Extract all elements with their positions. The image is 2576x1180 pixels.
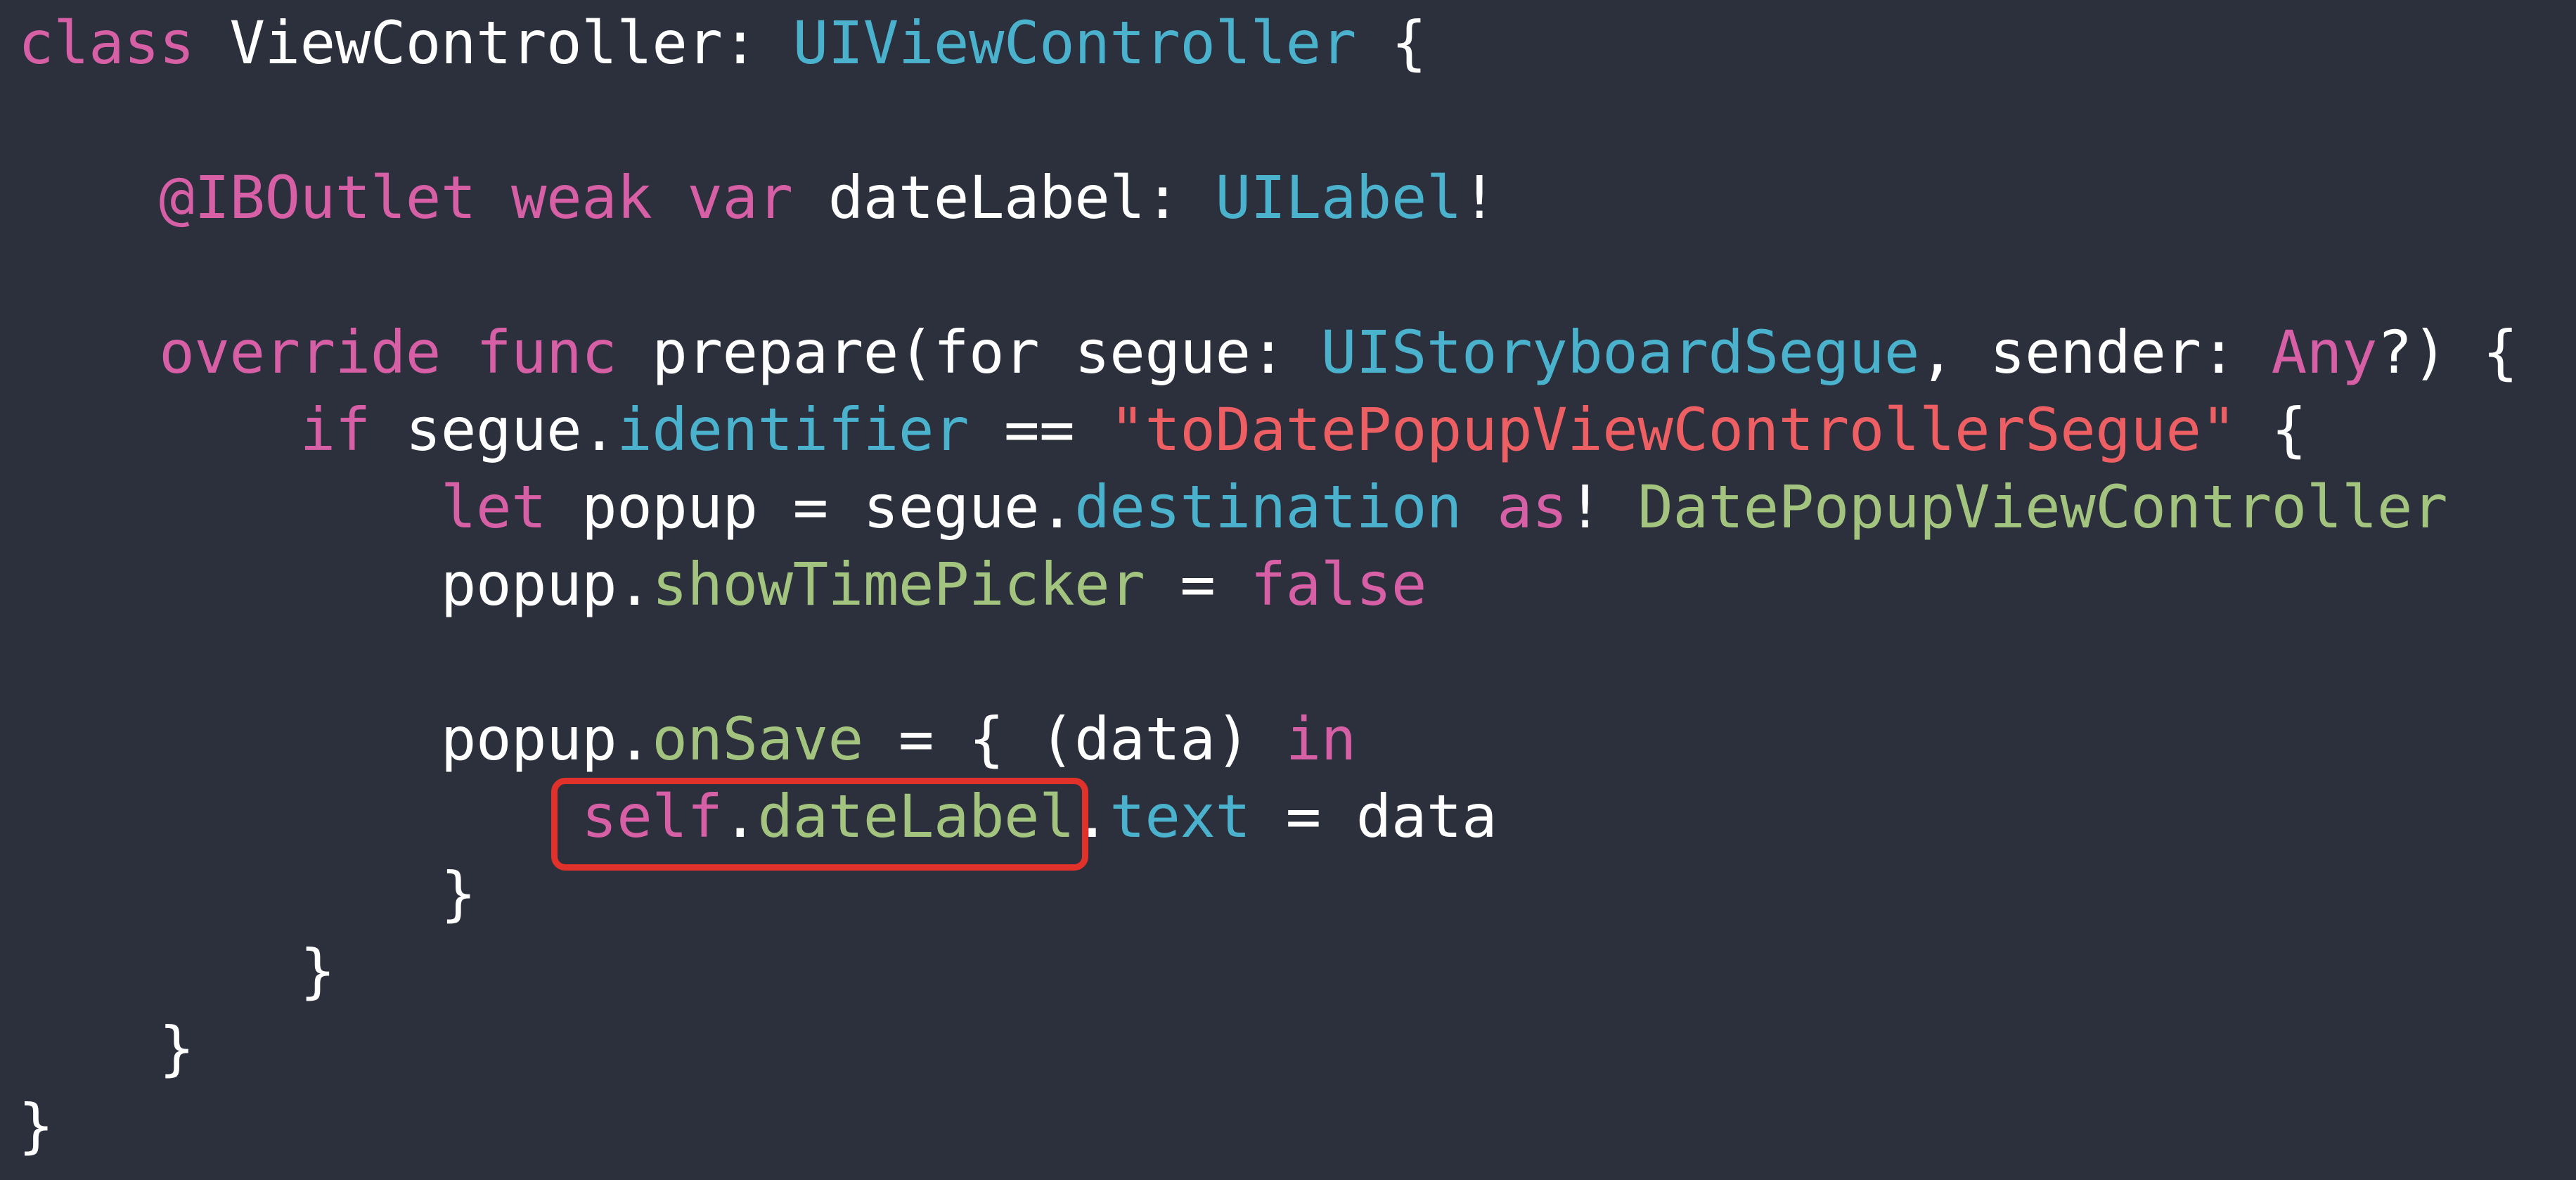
code-token-kw: weak	[511, 163, 652, 232]
code-token-kw: Any	[2271, 318, 2378, 387]
code-token-plain: ?) {	[2376, 318, 2518, 387]
code-token-kw: @IBOutlet	[159, 163, 476, 232]
code-token-kw: in	[1285, 705, 1357, 774]
code-token-type: UILabel	[1215, 163, 1462, 232]
code-line: }	[18, 855, 477, 932]
code-token-kw: false	[1250, 550, 1427, 619]
code-token-type: UIStoryboardSegue	[1320, 318, 1920, 387]
code-token-plain: {	[2236, 395, 2307, 464]
code-line: if segue.identifier == "toDatePopupViewC…	[18, 391, 2307, 468]
code-token-plain: .	[1074, 782, 1110, 851]
code-token-plain: popup.	[18, 550, 652, 619]
code-token-plain: , sender:	[1919, 318, 2272, 387]
code-line: override func prepare(for segue: UIStory…	[18, 314, 2518, 391]
code-token-kw: if	[300, 395, 371, 464]
code-token-kw: let	[440, 473, 547, 541]
code-token-plain: =	[1145, 550, 1251, 619]
code-token-kw: self	[581, 782, 723, 851]
code-token-plain: segue.	[370, 395, 617, 464]
code-line: self.dateLabel.text = data	[18, 778, 1497, 855]
code-line: class ViewController: UIViewController {	[18, 4, 1427, 82]
code-editor: class ViewController: UIViewController {…	[0, 0, 2576, 1180]
code-line: popup.onSave = { (data) in	[18, 700, 1356, 778]
code-token-type: identifier	[617, 395, 969, 464]
code-token-plain: ==	[968, 395, 1110, 464]
code-token-kw: func	[475, 318, 617, 387]
code-token-plain: = { (data)	[863, 705, 1286, 774]
code-token-type: destination	[1074, 473, 1462, 541]
code-token-prop: showTimePicker	[652, 550, 1145, 619]
code-token-plain: .	[722, 782, 758, 851]
code-token-type: UIViewController	[792, 8, 1357, 77]
code-token-plain: = data	[1250, 782, 1498, 851]
code-token-plain: }	[18, 937, 336, 1006]
code-token-plain: }	[18, 859, 477, 928]
code-token-plain: dateLabel:	[792, 163, 1216, 232]
code-line: @IBOutlet weak var dateLabel: UILabel!	[18, 159, 1497, 236]
code-token-plain: !	[1567, 473, 1638, 541]
code-line: let popup = segue.destination as! DatePo…	[18, 468, 2448, 546]
code-line: }	[18, 932, 336, 1010]
code-token-prop: DatePopupViewController	[1637, 473, 2448, 541]
code-token-prop: onSave	[652, 705, 863, 774]
code-token-plain: popup.	[18, 705, 652, 774]
code-token-kw: class	[18, 8, 195, 77]
code-token-type: text	[1109, 782, 1251, 851]
code-token-str: "toDatePopupViewControllerSegue"	[1109, 395, 2236, 464]
code-token-plain: prepare(for segue:	[617, 318, 1321, 387]
code-token-kw: var	[687, 163, 793, 232]
code-token-plain: }	[18, 1091, 54, 1160]
code-token-kw: as	[1497, 473, 1568, 541]
code-token-plain: {	[1355, 8, 1427, 77]
code-token-prop: dateLabel	[757, 782, 1075, 851]
code-token-plain: popup = segue.	[546, 473, 1075, 541]
code-token-plain: }	[18, 1014, 195, 1083]
code-token-plain: ViewController:	[194, 8, 793, 77]
code-line: popup.showTimePicker = false	[18, 546, 1427, 623]
code-token-plain: !	[1462, 163, 1498, 232]
code-line: }	[18, 1010, 195, 1087]
code-line: }	[18, 1087, 54, 1165]
code-token-kw: override	[159, 318, 441, 387]
